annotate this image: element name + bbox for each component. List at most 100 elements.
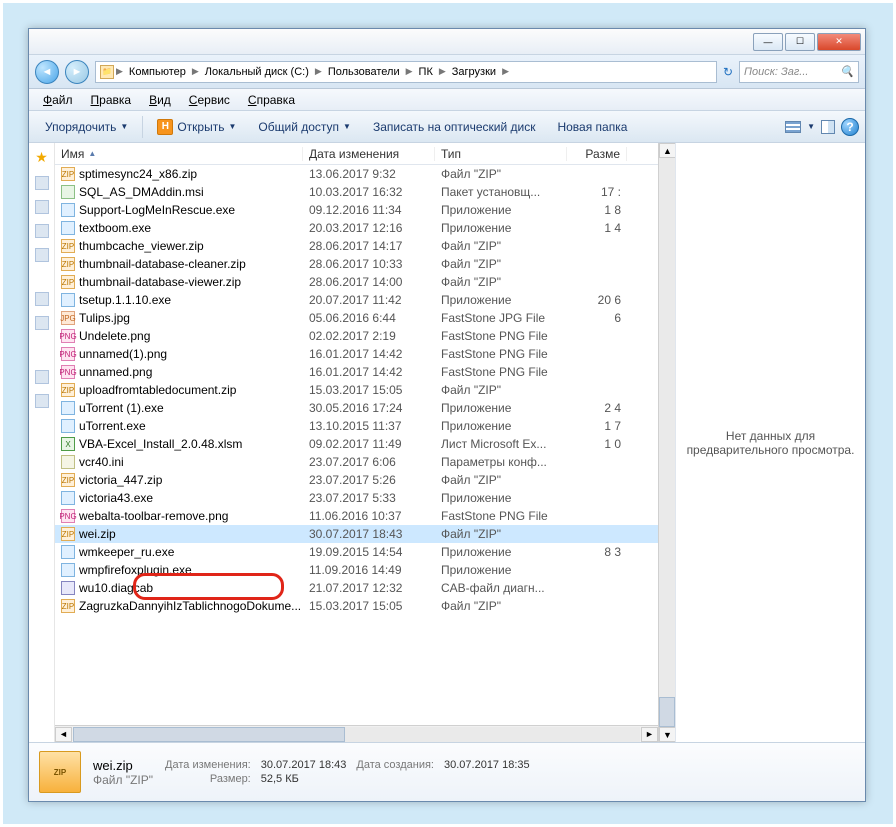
- file-name: ZagruzkaDannyihIzTablichnogoDokume...: [79, 599, 301, 613]
- crumb[interactable]: Локальный диск (C:): [201, 66, 313, 78]
- table-row[interactable]: victoria43.exe23.07.2017 5:33Приложение: [55, 489, 658, 507]
- file-date: 15.03.2017 15:05: [303, 383, 435, 397]
- chevron-down-icon[interactable]: ▼: [807, 122, 815, 131]
- open-button[interactable]: HОткрыть▼: [147, 115, 246, 139]
- menu-tools[interactable]: Сервис: [181, 91, 238, 109]
- nav-pane[interactable]: ★: [29, 143, 55, 742]
- file-zip-icon: ZIP: [61, 599, 75, 613]
- file-zip-icon: ZIP: [61, 275, 75, 289]
- table-row[interactable]: ZIPvictoria_447.zip23.07.2017 5:26Файл "…: [55, 471, 658, 489]
- table-row[interactable]: vcr40.ini23.07.2017 6:06Параметры конф..…: [55, 453, 658, 471]
- file-type: FastStone PNG File: [435, 509, 567, 523]
- nav-item-icon[interactable]: [35, 200, 49, 214]
- search-icon: 🔍: [840, 65, 854, 78]
- favorites-icon[interactable]: ★: [35, 149, 48, 166]
- table-row[interactable]: Support-LogMeInRescue.exe09.12.2016 11:3…: [55, 201, 658, 219]
- table-row[interactable]: wmkeeper_ru.exe19.09.2015 14:54Приложени…: [55, 543, 658, 561]
- refresh-icon[interactable]: ↻: [723, 65, 733, 79]
- maximize-button[interactable]: ☐: [785, 33, 815, 51]
- search-input[interactable]: Поиск: Заг... 🔍: [739, 61, 859, 83]
- table-row[interactable]: ZIPthumbnail-database-viewer.zip28.06.20…: [55, 273, 658, 291]
- table-row[interactable]: wmpfirefoxplugin.exe11.09.2016 14:49Прил…: [55, 561, 658, 579]
- table-row[interactable]: PNGwebalta-toolbar-remove.png11.06.2016 …: [55, 507, 658, 525]
- horizontal-scrollbar[interactable]: ◄ ►: [55, 725, 658, 742]
- file-name: wei.zip: [79, 527, 116, 541]
- scroll-track[interactable]: [659, 158, 675, 727]
- scroll-down-button[interactable]: ▼: [659, 727, 676, 742]
- scroll-track[interactable]: [73, 727, 640, 742]
- table-row[interactable]: ZIPthumbnail-database-cleaner.zip28.06.2…: [55, 255, 658, 273]
- share-button[interactable]: Общий доступ▼: [248, 116, 361, 138]
- nav-item-icon[interactable]: [35, 316, 49, 330]
- file-type: Лист Microsoft Ex...: [435, 437, 567, 451]
- column-type[interactable]: Тип: [435, 147, 567, 161]
- menu-view[interactable]: Вид: [141, 91, 179, 109]
- nav-item-icon[interactable]: [35, 176, 49, 190]
- file-name: unnamed.png: [79, 365, 152, 379]
- organize-button[interactable]: Упорядочить▼: [35, 116, 138, 138]
- close-button[interactable]: ✕: [817, 33, 861, 51]
- file-date: 11.06.2016 10:37: [303, 509, 435, 523]
- forward-button[interactable]: ►: [65, 60, 89, 84]
- table-row[interactable]: JPGTulips.jpg05.06.2016 6:44FastStone JP…: [55, 309, 658, 327]
- table-row[interactable]: uTorrent (1).exe30.05.2016 17:24Приложен…: [55, 399, 658, 417]
- menu-help[interactable]: Справка: [240, 91, 303, 109]
- table-row[interactable]: ZIPsptimesync24_x86.zip13.06.2017 9:32Фа…: [55, 165, 658, 183]
- titlebar[interactable]: — ☐ ✕: [29, 29, 865, 55]
- crumb[interactable]: Загрузки: [448, 66, 500, 78]
- file-type: Файл "ZIP": [435, 275, 567, 289]
- table-row[interactable]: ZIPthumbcache_viewer.zip28.06.2017 14:17…: [55, 237, 658, 255]
- scroll-thumb[interactable]: [659, 697, 675, 727]
- column-headers: Имя▲ Дата изменения Тип Разме: [55, 143, 658, 165]
- nav-item-icon[interactable]: [35, 370, 49, 384]
- file-date: 23.07.2017 5:26: [303, 473, 435, 487]
- scroll-up-button[interactable]: ▲: [659, 143, 676, 158]
- file-size: 1 0: [567, 437, 627, 451]
- help-icon[interactable]: ?: [841, 118, 859, 136]
- nav-item-icon[interactable]: [35, 292, 49, 306]
- view-icon[interactable]: [785, 121, 801, 133]
- crumb[interactable]: Пользователи: [324, 66, 404, 78]
- breadcrumb[interactable]: 📁 ▶ Компьютер ▶ Локальный диск (C:) ▶ По…: [95, 61, 717, 83]
- file-list[interactable]: ZIPsptimesync24_x86.zip13.06.2017 9:32Фа…: [55, 165, 658, 725]
- file-exe-icon: [61, 419, 75, 433]
- table-row[interactable]: tsetup.1.1.10.exe20.07.2017 11:42Приложе…: [55, 291, 658, 309]
- file-name: uploadfromtabledocument.zip: [79, 383, 236, 397]
- scroll-left-button[interactable]: ◄: [55, 727, 72, 742]
- nav-item-icon[interactable]: [35, 248, 49, 262]
- file-pane: Имя▲ Дата изменения Тип Разме ZIPsptimes…: [55, 143, 658, 742]
- scroll-thumb[interactable]: [73, 727, 345, 742]
- table-row[interactable]: PNGunnamed.png16.01.2017 14:42FastStone …: [55, 363, 658, 381]
- file-type: Приложение: [435, 419, 567, 433]
- table-row[interactable]: wu10.diagcab21.07.2017 12:32CAB-файл диа…: [55, 579, 658, 597]
- table-row[interactable]: PNGunnamed(1).png16.01.2017 14:42FastSto…: [55, 345, 658, 363]
- nav-item-icon[interactable]: [35, 394, 49, 408]
- column-date[interactable]: Дата изменения: [303, 147, 435, 161]
- vertical-scrollbar[interactable]: ▲ ▼: [658, 143, 675, 742]
- table-row[interactable]: ZIPuploadfromtabledocument.zip15.03.2017…: [55, 381, 658, 399]
- table-row[interactable]: ZIPwei.zip30.07.2017 18:43Файл "ZIP": [55, 525, 658, 543]
- table-row[interactable]: uTorrent.exe13.10.2015 11:37Приложение1 …: [55, 417, 658, 435]
- table-row[interactable]: XVBA-Excel_Install_2.0.48.xlsm09.02.2017…: [55, 435, 658, 453]
- minimize-button[interactable]: —: [753, 33, 783, 51]
- preview-pane-icon[interactable]: [821, 120, 835, 134]
- table-row[interactable]: SQL_AS_DMAddin.msi10.03.2017 16:32Пакет …: [55, 183, 658, 201]
- column-size[interactable]: Разме: [567, 147, 627, 161]
- nav-item-icon[interactable]: [35, 224, 49, 238]
- file-type: CAB-файл диагн...: [435, 581, 567, 595]
- back-button[interactable]: ◄: [35, 60, 59, 84]
- crumb[interactable]: ПК: [415, 66, 437, 78]
- file-size: 1 7: [567, 419, 627, 433]
- scroll-right-button[interactable]: ►: [641, 727, 658, 742]
- new-folder-button[interactable]: Новая папка: [547, 116, 637, 138]
- burn-button[interactable]: Записать на оптический диск: [363, 116, 546, 138]
- crumb[interactable]: Компьютер: [125, 66, 190, 78]
- menu-file[interactable]: Файл: [35, 91, 81, 109]
- sort-asc-icon: ▲: [88, 149, 96, 158]
- file-name: uTorrent.exe: [79, 419, 146, 433]
- table-row[interactable]: ZIP ZagruzkaDannyihIzTablichnogoDokume...…: [55, 597, 658, 615]
- table-row[interactable]: PNGUndelete.png02.02.2017 2:19FastStone …: [55, 327, 658, 345]
- table-row[interactable]: textboom.exe20.03.2017 12:16Приложение1 …: [55, 219, 658, 237]
- menu-edit[interactable]: Правка: [83, 91, 140, 109]
- column-name[interactable]: Имя▲: [55, 147, 303, 161]
